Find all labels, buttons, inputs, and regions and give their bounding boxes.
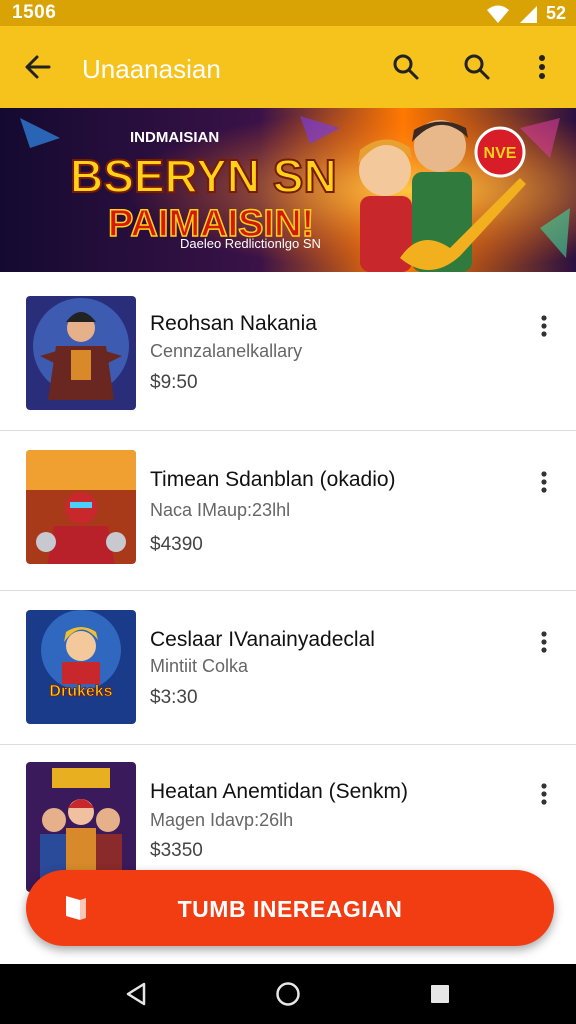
more-vert-icon [541, 315, 547, 337]
item-price: $3350 [150, 840, 203, 861]
list-item[interactable]: Drukeks Ceslaar IVanainyadeclal Mintiit … [0, 590, 576, 746]
item-price: $3:30 [150, 687, 198, 708]
item-subtitle: Cennzalanelkallary [150, 341, 303, 361]
search-button[interactable] [382, 43, 430, 91]
item-price: $9:50 [150, 372, 198, 393]
more-vert-icon [541, 631, 547, 653]
item-more-button[interactable] [528, 626, 560, 658]
signal-icon [519, 5, 537, 23]
banner-badge-text: NVE [484, 145, 517, 162]
nav-back-button[interactable] [116, 974, 156, 1014]
item-more-button[interactable] [528, 466, 560, 498]
banner-headline-1: BSERYN SN [70, 150, 337, 202]
product-list: Reohsan Nakania Cennzalanelkallary $9:50… [0, 272, 576, 964]
item-subtitle: Magen Idavp:26lh [150, 810, 294, 830]
item-more-button[interactable] [528, 310, 560, 342]
search-icon [393, 54, 419, 80]
thumb-logo-text: Drukeks [49, 683, 112, 700]
banner-caption: Daeleo Redlictionlgo SN [180, 236, 321, 251]
promo-banner[interactable]: NVE INDMAISIAN BSERYN SN PAIMAISIN! Dael… [0, 108, 576, 272]
square-recents-icon [431, 985, 449, 1003]
status-time: 1506 [12, 2, 57, 23]
nav-home-button[interactable] [268, 974, 308, 1014]
drukeks-logo-icon: Drukeks [26, 610, 136, 724]
item-price: $4390 [150, 534, 203, 555]
list-item[interactable]: Timean Sdanblan (okadio) Naca IMaup:23lh… [0, 430, 576, 586]
banner-character-left [358, 139, 412, 272]
overflow-menu-button[interactable] [518, 43, 566, 91]
item-title: Timean Sdanblan (okadio) [150, 468, 396, 491]
item-more-button[interactable] [528, 778, 560, 810]
search-button-secondary[interactable] [453, 43, 501, 91]
item-subtitle: Naca IMaup:23lhl [150, 500, 291, 520]
triangle-back-icon [126, 982, 146, 1006]
primary-action-button[interactable]: TUMB INEREAGIAN [26, 870, 554, 946]
search-icon [464, 54, 490, 80]
back-button[interactable] [14, 43, 62, 91]
app-bar: Unaanasian [0, 26, 576, 108]
system-nav-bar [0, 964, 576, 1024]
hero-armor-icon [26, 296, 136, 410]
status-icons: 52 [486, 3, 566, 24]
nav-recents-button[interactable] [420, 974, 460, 1014]
item-title: Ceslaar IVanainyadeclal [150, 628, 375, 651]
item-title: Reohsan Nakania [150, 312, 317, 335]
item-subtitle: Mintiit Colka [150, 656, 249, 676]
fighter-red-icon [26, 450, 136, 564]
item-title: Heatan Anemtidan (Senkm) [150, 780, 408, 803]
arrow-back-icon [25, 55, 51, 79]
list-item[interactable]: Reohsan Nakania Cennzalanelkallary $9:50 [0, 272, 576, 428]
status-bar: 1506 52 [0, 0, 576, 26]
banner-kicker: INDMAISIAN [130, 129, 219, 146]
primary-action-label: TUMB INEREAGIAN [177, 896, 403, 922]
circle-home-icon [276, 982, 300, 1006]
more-vert-icon [539, 55, 545, 79]
more-vert-icon [541, 471, 547, 493]
wifi-icon [486, 5, 509, 23]
page-title: Unaanasian [82, 54, 221, 84]
battery-text: 52 [545, 3, 566, 23]
more-vert-icon [541, 783, 547, 805]
